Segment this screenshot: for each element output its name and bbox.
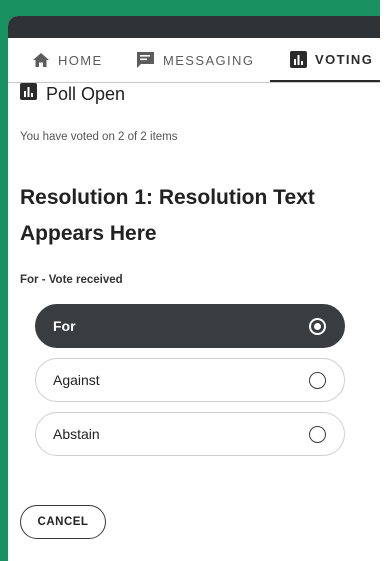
poll-icon [20,83,37,105]
poll-status-title: Poll Open [46,83,126,104]
tab-home-label: HOME [58,52,103,68]
radio-selected-icon[interactable] [309,317,326,335]
home-icon [32,52,58,68]
tab-home[interactable]: HOME [32,38,103,82]
radio-unselected-icon[interactable] [309,371,326,389]
poll-header: Poll Open [20,83,125,105]
option-for[interactable]: For [35,304,345,348]
nav-tabs: HOME MESSAGING VOTING [8,38,384,83]
top-bar [8,16,384,38]
option-abstain-label: Abstain [53,426,100,442]
tab-voting-label: VOTING [315,51,374,67]
cancel-button[interactable]: CANCEL [20,505,106,539]
option-against-label: Against [53,372,100,388]
tab-messaging[interactable]: MESSAGING [136,38,254,82]
option-abstain[interactable]: Abstain [35,412,345,456]
tab-voting[interactable]: VOTING [270,38,384,82]
vote-status-label: For - Vote received [20,274,123,286]
chat-icon [136,51,163,69]
radio-unselected-icon[interactable] [309,425,326,443]
poll-icon [290,50,315,68]
tab-messaging-label: MESSAGING [163,52,255,68]
option-for-label: For [53,318,76,334]
option-against[interactable]: Against [35,358,345,402]
resolution-title: Resolution 1: Resolution Text Appears He… [20,186,315,245]
voted-count-text: You have voted on 2 of 2 items [20,131,178,143]
